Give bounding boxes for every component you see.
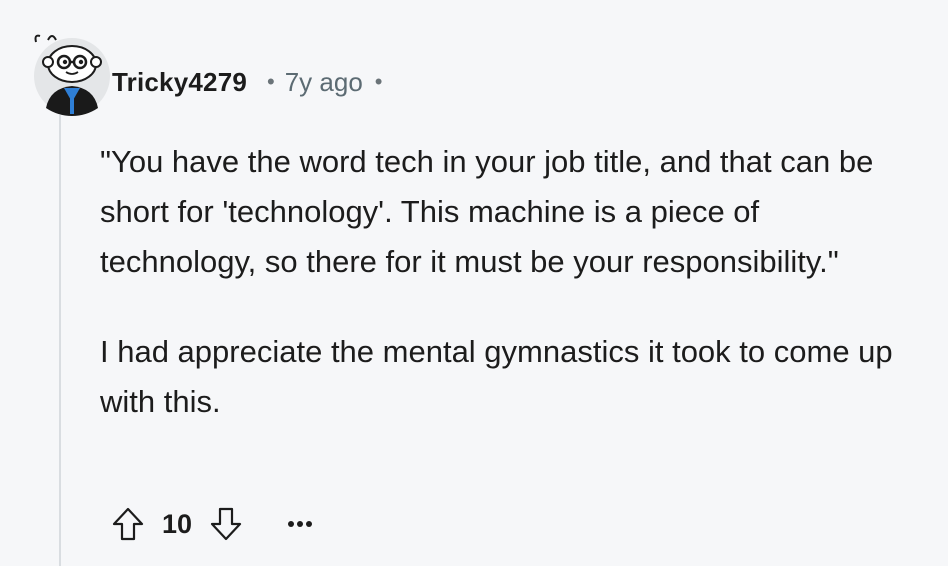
arrow-down-outline-icon (210, 507, 242, 541)
username-link[interactable]: Tricky4279 (112, 67, 247, 98)
vote-score: 10 (162, 508, 193, 539)
snoo-avatar-icon (34, 34, 110, 116)
separator-dot: • (374, 69, 383, 94)
comment-body: "You have the word tech in your job titl… (100, 137, 920, 427)
upvote-button[interactable] (108, 502, 148, 546)
comment: Tricky4279 • 7y ago • "You have the word… (0, 0, 948, 566)
comment-paragraph: I had appreciate the mental gymnastics i… (100, 334, 893, 419)
comment-paragraph: "You have the word tech in your job titl… (100, 144, 874, 279)
separator-dot: • (267, 69, 275, 94)
timestamp[interactable]: 7y ago (285, 67, 363, 98)
comment-meta: Tricky4279 • 7y ago • (112, 62, 383, 102)
comment-actions: 10 (108, 502, 320, 546)
thread-line[interactable] (59, 115, 61, 566)
more-options-button[interactable] (280, 502, 320, 546)
arrow-up-outline-icon (112, 507, 144, 541)
downvote-button[interactable] (206, 502, 246, 546)
avatar[interactable] (30, 28, 114, 116)
ellipsis-icon (288, 521, 313, 527)
